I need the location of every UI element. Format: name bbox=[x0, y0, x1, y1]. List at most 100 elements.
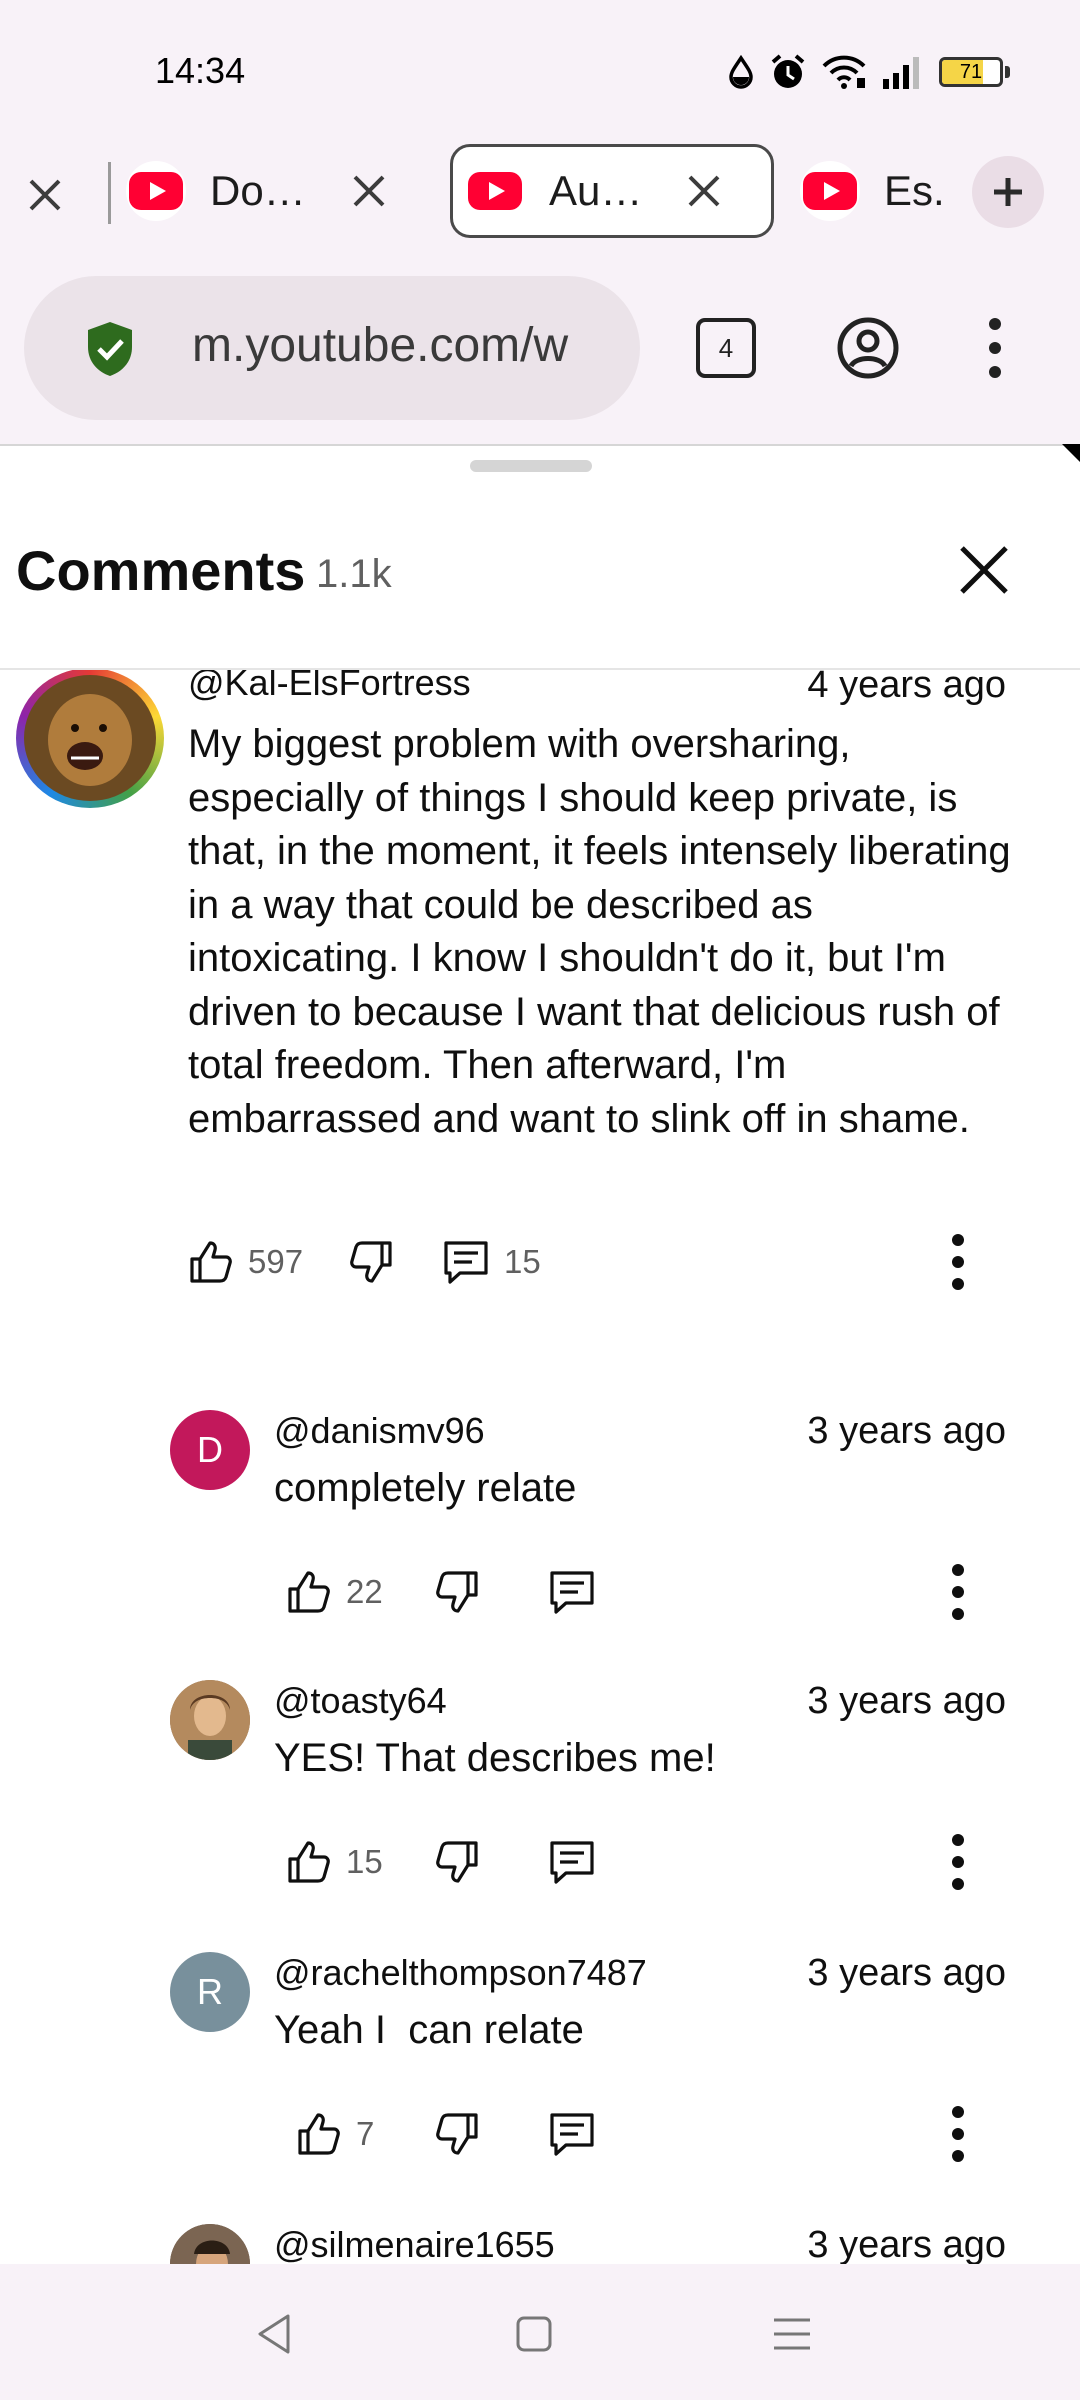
more-options-icon[interactable] bbox=[944, 2104, 972, 2164]
thumbs-down-icon bbox=[436, 2113, 478, 2155]
battery-icon: 71 bbox=[939, 57, 1003, 87]
status-time: 14:34 bbox=[155, 50, 246, 91]
reply-count: 15 bbox=[504, 1243, 541, 1280]
home-icon[interactable] bbox=[506, 2306, 562, 2362]
dislike-button[interactable] bbox=[434, 1832, 480, 1892]
comment-text: completely relate bbox=[274, 1466, 577, 1510]
status-icons: 71 bbox=[727, 50, 1010, 94]
tab-1[interactable]: Do… bbox=[126, 144, 416, 238]
like-button[interactable]: 22 bbox=[286, 1562, 383, 1622]
tab-2-active[interactable]: Au… bbox=[450, 144, 774, 238]
like-button[interactable]: 7 bbox=[296, 2104, 374, 2164]
dislike-button[interactable] bbox=[434, 1562, 480, 1622]
tab-close-button[interactable] bbox=[344, 166, 394, 216]
toolbar-divider bbox=[0, 444, 1080, 446]
recents-icon[interactable] bbox=[764, 2306, 820, 2362]
close-icon bbox=[29, 179, 61, 211]
like-button[interactable]: 15 bbox=[286, 1832, 383, 1892]
comment-author[interactable]: @silmenaire1655 bbox=[274, 2224, 555, 2264]
reply-icon bbox=[444, 1241, 488, 1284]
more-options-icon[interactable] bbox=[944, 1232, 972, 1292]
plus-icon bbox=[994, 178, 1022, 206]
back-icon[interactable] bbox=[248, 2306, 304, 2362]
thumbs-down-icon bbox=[436, 1841, 478, 1883]
tab-switcher-button[interactable]: 4 bbox=[696, 318, 756, 378]
signal-icon bbox=[883, 57, 919, 89]
thumbs-up-icon bbox=[190, 1241, 232, 1283]
thumbs-up-icon bbox=[288, 1841, 330, 1883]
wifi-icon bbox=[822, 55, 866, 89]
avatar[interactable] bbox=[16, 670, 164, 808]
comment-text: My biggest problem with oversharing, esp… bbox=[188, 722, 1011, 1141]
like-count: 597 bbox=[248, 1243, 304, 1280]
reply-icon bbox=[550, 2113, 594, 2156]
reply-icon bbox=[550, 1571, 594, 1614]
youtube-favicon-icon bbox=[465, 161, 525, 221]
more-menu-icon[interactable] bbox=[980, 316, 1010, 380]
thumbs-up-icon bbox=[298, 2113, 340, 2155]
more-options-icon[interactable] bbox=[944, 1562, 972, 1622]
reply-button[interactable] bbox=[548, 1562, 596, 1622]
comment-author[interactable]: @danismv96 bbox=[274, 1410, 485, 1452]
dislike-button[interactable] bbox=[434, 2104, 480, 2164]
reply-button[interactable]: 15 bbox=[442, 1232, 541, 1292]
battery-level: 71 bbox=[959, 60, 983, 83]
comment-author[interactable]: @Kal-ElsFortress bbox=[188, 670, 471, 704]
avatar-letter: D bbox=[197, 1429, 223, 1470]
lion-avatar-icon bbox=[24, 675, 156, 801]
youtube-favicon-icon bbox=[126, 161, 186, 221]
tab-3[interactable]: Es. bbox=[800, 144, 950, 238]
avatar[interactable]: R bbox=[170, 1952, 250, 2032]
comments-title: Comments bbox=[16, 539, 306, 602]
reply-button[interactable] bbox=[548, 2104, 596, 2164]
like-count: 15 bbox=[346, 1843, 383, 1880]
battery-cap bbox=[1005, 66, 1010, 78]
close-comments-icon[interactable] bbox=[954, 540, 1014, 600]
like-count: 22 bbox=[346, 1573, 383, 1610]
comment-actions: 597 15 bbox=[188, 1232, 988, 1292]
like-count: 7 bbox=[356, 2115, 375, 2152]
thumbs-down-icon bbox=[350, 1241, 392, 1283]
close-icon bbox=[353, 175, 385, 207]
avatar-letter: R bbox=[197, 1971, 223, 2012]
comment-actions: 22 bbox=[286, 1562, 986, 1622]
comment-time: 4 years ago bbox=[807, 670, 1006, 706]
new-tab-button[interactable] bbox=[972, 156, 1044, 228]
tab-title: Es. bbox=[884, 167, 945, 214]
address-bar[interactable]: m.youtube.com/w bbox=[24, 276, 640, 420]
tab-close-button[interactable] bbox=[679, 166, 729, 216]
drop-icon bbox=[729, 55, 753, 89]
comment-author[interactable]: @toasty64 bbox=[274, 1680, 447, 1722]
comment-time: 3 years ago bbox=[807, 1680, 1006, 1722]
close-tab-button[interactable] bbox=[20, 170, 70, 220]
comment-text: YES! That describes me! bbox=[274, 1736, 716, 1780]
comments-list[interactable]: @Kal-ElsFortress 4 years ago My biggest … bbox=[0, 670, 1080, 2264]
comment-time: 3 years ago bbox=[807, 2224, 1006, 2264]
reply-button[interactable] bbox=[548, 1832, 596, 1892]
drag-handle[interactable] bbox=[470, 460, 592, 472]
toolbar: m.youtube.com/w 4 bbox=[0, 250, 1080, 446]
thumbs-down-icon bbox=[436, 1571, 478, 1613]
tab-divider bbox=[108, 162, 111, 224]
alarm-icon bbox=[771, 54, 805, 88]
comments-header: Comments 1.1k bbox=[0, 500, 1080, 670]
comment-actions: 7 bbox=[296, 2104, 996, 2164]
more-options-icon[interactable] bbox=[944, 1832, 972, 1892]
account-icon[interactable] bbox=[836, 316, 900, 380]
like-button[interactable]: 597 bbox=[188, 1232, 303, 1292]
avatar[interactable]: D bbox=[170, 1410, 250, 1490]
thumbs-up-icon bbox=[288, 1571, 330, 1613]
avatar[interactable] bbox=[170, 2224, 250, 2264]
comments-count: 1.1k bbox=[316, 552, 392, 596]
dislike-button[interactable] bbox=[348, 1232, 394, 1292]
corner-mark bbox=[1062, 444, 1080, 462]
person-photo-icon bbox=[170, 2224, 250, 2264]
comment-time: 3 years ago bbox=[807, 1410, 1006, 1452]
person-photo-icon bbox=[170, 1680, 250, 1760]
system-nav-bar bbox=[0, 2264, 1080, 2400]
tab-title: Au… bbox=[549, 167, 643, 214]
avatar[interactable] bbox=[170, 1680, 250, 1760]
secure-shield-icon bbox=[88, 322, 132, 376]
comment-author[interactable]: @rachelthompson7487 bbox=[274, 1952, 647, 1994]
close-icon bbox=[688, 175, 720, 207]
